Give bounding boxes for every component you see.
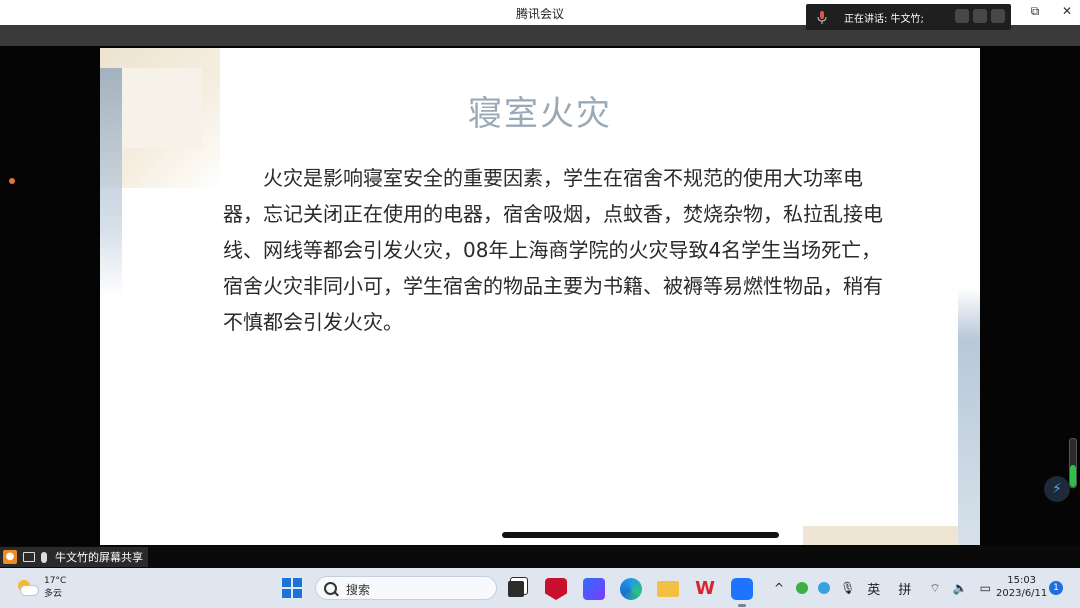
clock-date: 2023/6/11 bbox=[996, 588, 1048, 599]
wifi-icon[interactable]: ⌔ bbox=[929, 581, 940, 596]
notification-badge[interactable]: 1 bbox=[1049, 581, 1063, 595]
mcafee-icon[interactable] bbox=[545, 578, 567, 600]
search-icon bbox=[324, 582, 337, 595]
weather-temp: 17°C bbox=[44, 576, 67, 586]
screen-share-icon bbox=[23, 552, 35, 562]
person-icon: ● bbox=[3, 550, 17, 564]
weather-condition: 多云 bbox=[44, 589, 63, 599]
tray-app-icon[interactable] bbox=[796, 582, 809, 594]
volume-meter bbox=[1069, 438, 1077, 488]
speaking-indicator: 正在讲话: 牛文竹; bbox=[806, 4, 1011, 30]
speaking-label: 正在讲话: 牛文竹; bbox=[844, 13, 924, 25]
home-indicator-bar bbox=[502, 532, 779, 538]
windows-taskbar: 17°C 多云 搜索 W ^ 🎙 英 拼 ⌔ 🔈 ▭ 15:03 2023/6/… bbox=[0, 568, 1080, 608]
pointer-dot bbox=[9, 178, 15, 184]
volume-icon[interactable]: 🔈 bbox=[953, 581, 968, 595]
weather-widget[interactable]: 17°C 多云 bbox=[16, 575, 66, 601]
speaking-avatars bbox=[955, 9, 1005, 23]
presentation-slide: 寝室火灾 火灾是影响寝室安全的重要因素，学生在宿舍不规范的使用大功率电器，忘记关… bbox=[100, 48, 980, 545]
screen-share-label: 牛文竹的屏幕共享 bbox=[55, 551, 143, 564]
ime-mode-indicator[interactable]: 拼 bbox=[898, 579, 911, 598]
screen-share-status-bar: ● 牛文竹的屏幕共享 bbox=[0, 546, 1080, 568]
search-label: 搜索 bbox=[346, 583, 371, 597]
partly-cloudy-icon bbox=[16, 580, 38, 596]
wps-icon[interactable]: W bbox=[694, 578, 716, 600]
start-button[interactable] bbox=[282, 578, 302, 598]
slide-body-text: 火灾是影响寝室安全的重要因素，学生在宿舍不规范的使用大功率电器，忘记关闭正在使用… bbox=[223, 166, 883, 334]
tencent-meeting-icon[interactable] bbox=[731, 578, 753, 600]
participant-icon bbox=[955, 9, 969, 23]
slide-title: 寝室火灾 bbox=[468, 94, 612, 134]
slide-decoration bbox=[803, 526, 958, 545]
slide-decoration bbox=[958, 288, 980, 545]
system-clock[interactable]: 15:03 2023/6/11 bbox=[996, 574, 1047, 600]
battery-icon[interactable]: ▭ bbox=[980, 581, 991, 595]
notes-app-icon[interactable] bbox=[583, 578, 605, 600]
ime-language-indicator[interactable]: 英 bbox=[867, 579, 880, 598]
sidebar-float-icon[interactable]: ⚡ bbox=[1044, 476, 1070, 502]
restore-button[interactable]: ⧉ bbox=[1028, 3, 1042, 19]
volume-meter-fill bbox=[1070, 465, 1076, 487]
clock-time: 15:03 bbox=[1007, 575, 1037, 586]
task-view-icon[interactable] bbox=[508, 581, 524, 597]
file-explorer-icon[interactable] bbox=[657, 581, 679, 597]
screen-share-pill[interactable]: ● 牛文竹的屏幕共享 bbox=[0, 547, 148, 567]
microphone-icon bbox=[816, 10, 828, 24]
microphone-icon bbox=[41, 551, 47, 563]
close-button[interactable]: ✕ bbox=[1060, 3, 1074, 19]
taskbar-search[interactable]: 搜索 bbox=[315, 576, 497, 600]
system-tray: ^ 🎙 英 拼 ⌔ 🔈 ▭ bbox=[774, 568, 1003, 608]
shared-screen-area: 寝室火灾 火灾是影响寝室安全的重要因素，学生在宿舍不规范的使用大功率电器，忘记关… bbox=[0, 46, 1080, 546]
microphone-icon[interactable]: 🎙 bbox=[840, 581, 855, 595]
edge-icon[interactable] bbox=[620, 578, 642, 600]
tray-overflow-chevron-icon[interactable]: ^ bbox=[774, 581, 784, 595]
reply-icon[interactable] bbox=[991, 9, 1005, 23]
participant-icon bbox=[973, 9, 987, 23]
active-app-indicator bbox=[738, 604, 746, 607]
tray-sync-icon[interactable] bbox=[818, 582, 831, 594]
